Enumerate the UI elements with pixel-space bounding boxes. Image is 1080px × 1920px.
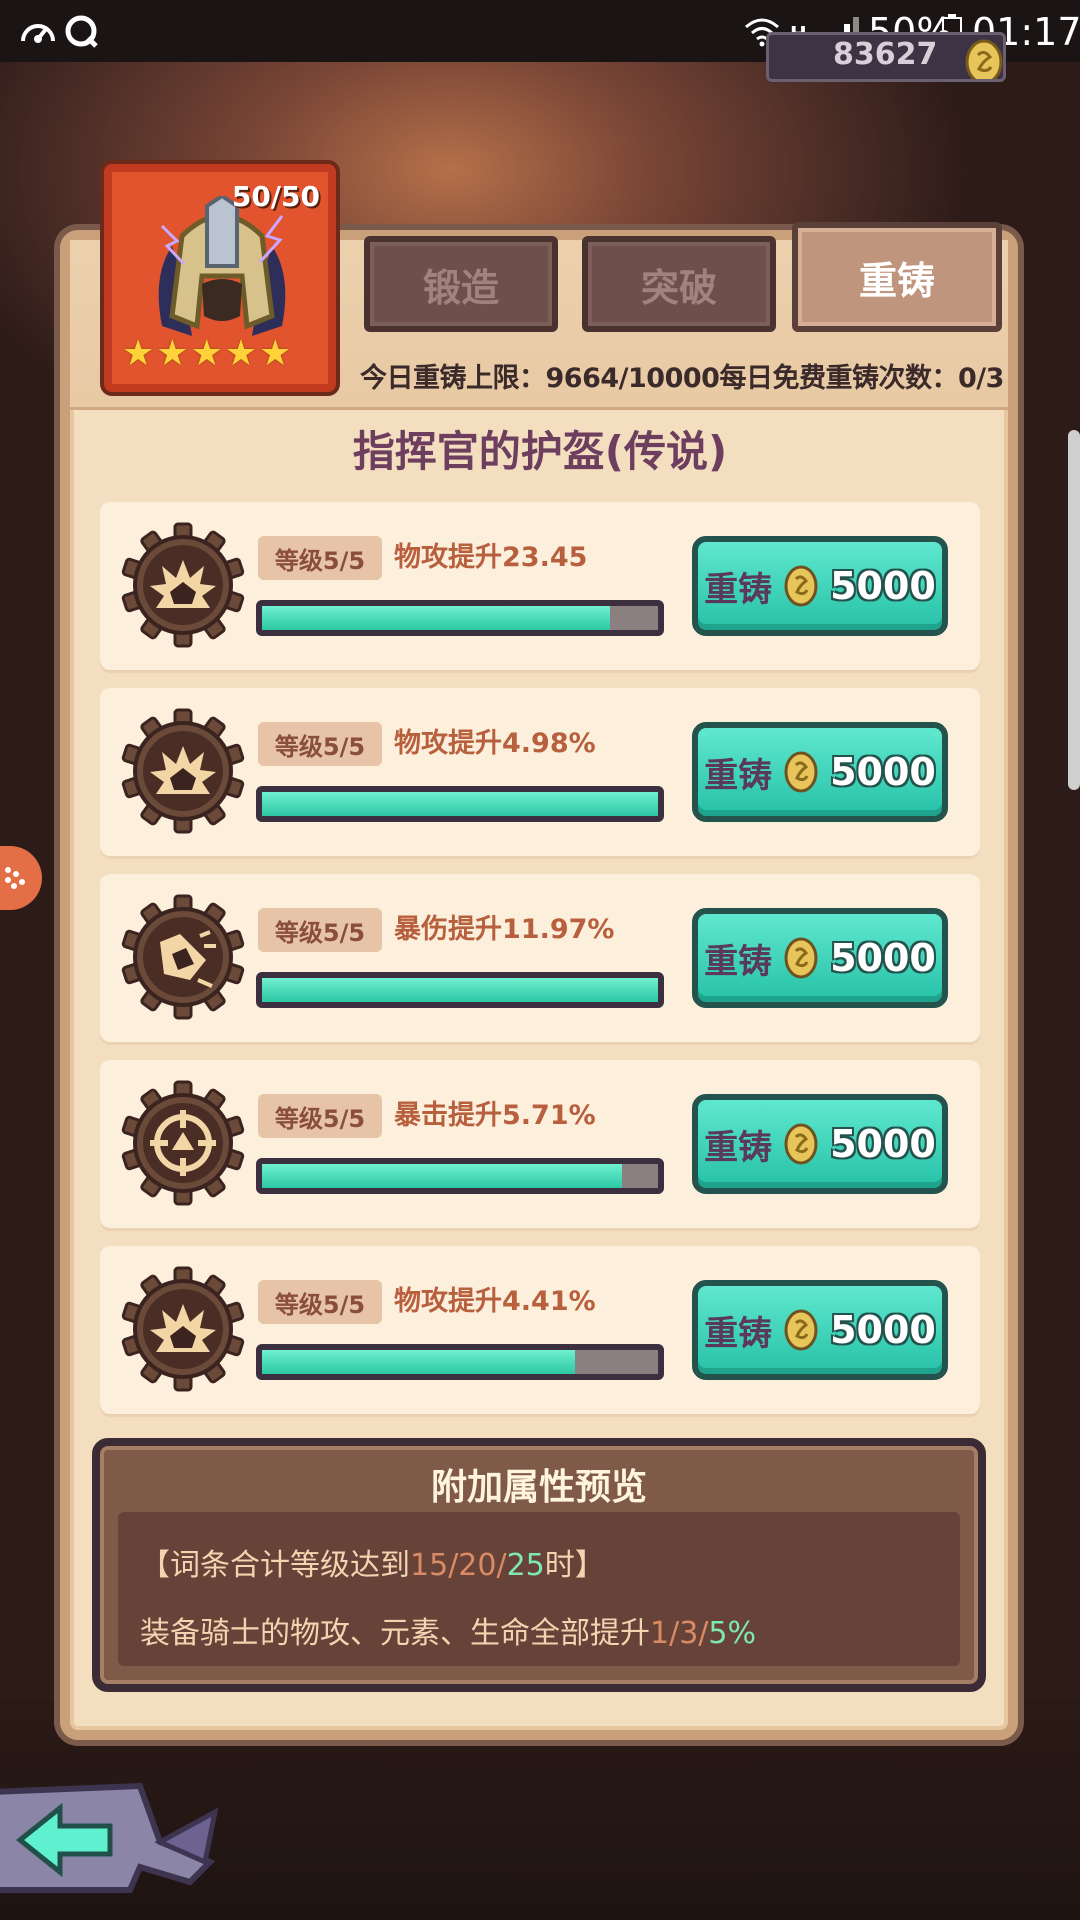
attack-burst-icon: [121, 708, 245, 834]
affix-progress-bar: [256, 972, 664, 1008]
affix-stat: 暴伤提升11.97%: [394, 914, 615, 945]
crit-target-icon: [121, 1080, 245, 1206]
star-icon: ★: [156, 333, 189, 374]
recast-button[interactable]: 重铸 5000: [692, 1094, 948, 1194]
recast-cost: 5000: [830, 936, 936, 980]
affix-stat: 物攻提升4.41%: [394, 1286, 596, 1317]
coin-icon: [784, 1123, 818, 1165]
recast-button-label: 重铸: [704, 941, 773, 982]
recast-cost: 5000: [830, 1122, 936, 1166]
affix-progress-bar: [256, 786, 664, 822]
coin-icon: [961, 39, 1003, 79]
tab-forge[interactable]: 锻造: [364, 236, 558, 332]
coin-icon: [784, 1309, 818, 1351]
affix-level: 等级5/5: [258, 1280, 382, 1324]
affix-row: 等级5/5 暴伤提升11.97% 重铸 5000: [100, 874, 980, 1042]
helmet-icon: [158, 196, 286, 336]
qq-icon: [60, 10, 104, 54]
recast-button-label: 重铸: [704, 755, 773, 796]
preview-title: 附加属性预览: [430, 1467, 647, 1508]
recast-cost: 5000: [830, 564, 936, 608]
attack-burst-icon: [121, 522, 245, 648]
coin-icon: [784, 751, 818, 793]
recast-cost: 5000: [830, 750, 936, 794]
grid-dots-icon: [5, 867, 25, 889]
tab-breakthrough[interactable]: 突破: [582, 236, 776, 332]
item-card[interactable]: 50/50 ★ ★ ★ ★ ★: [104, 164, 336, 392]
affix-progress-fill: [262, 1350, 575, 1374]
preview-body: 【词条合计等级达到15/20/25时】 装备骑士的物攻、元素、生命全部提升1/3…: [118, 1512, 960, 1666]
affix-progress-fill: [262, 606, 611, 630]
affix-level: 等级5/5: [258, 908, 382, 952]
affix-level: 等级5/5: [258, 1094, 382, 1138]
star-icon: ★: [190, 333, 223, 374]
affix-progress-fill: [262, 1164, 623, 1188]
recast-button[interactable]: 重铸 5000: [692, 536, 948, 636]
affix-level: 等级5/5: [258, 536, 382, 580]
star-icon: ★: [122, 333, 155, 374]
tab-recast[interactable]: 重铸: [792, 222, 1002, 332]
recast-cost: 5000: [830, 1308, 936, 1352]
gauge-icon: [16, 10, 60, 54]
recast-button[interactable]: 重铸 5000: [692, 908, 948, 1008]
affix-progress-bar: [256, 600, 664, 636]
back-button[interactable]: [0, 1772, 230, 1902]
coin-icon: [784, 565, 818, 607]
affix-level: 等级5/5: [258, 722, 382, 766]
star-rating: ★ ★ ★ ★ ★: [122, 333, 291, 374]
affix-progress-fill: [262, 792, 658, 816]
preview-effect: 装备骑士的物攻、元素、生命全部提升1/3/5%: [140, 1616, 757, 1651]
affix-progress-bar: [256, 1158, 664, 1194]
affix-row: 等级5/5 物攻提升23.45 重铸 5000: [100, 502, 980, 670]
recast-button[interactable]: 重铸 5000: [692, 1280, 948, 1380]
currency-display: 83627: [766, 32, 1006, 82]
preview-condition: 【词条合计等级达到15/20/25时】: [140, 1548, 605, 1583]
recast-button[interactable]: 重铸 5000: [692, 722, 948, 822]
recast-button-label: 重铸: [704, 1127, 773, 1168]
recast-button-label: 重铸: [704, 569, 773, 610]
affix-row: 等级5/5 暴击提升5.71% 重铸 5000: [100, 1060, 980, 1228]
affix-progress-fill: [262, 978, 658, 1002]
affix-stat: 暴击提升5.71%: [394, 1100, 596, 1131]
affix-row: 等级5/5 物攻提升4.41% 重铸 5000: [100, 1246, 980, 1414]
affix-progress-bar: [256, 1344, 664, 1380]
recast-limit-text: 今日重铸上限：9664/10000每日免费重铸次数：0/3: [360, 363, 1004, 394]
crit-damage-icon: [121, 894, 245, 1020]
scrollbar[interactable]: [1068, 430, 1080, 790]
star-icon: ★: [259, 333, 292, 374]
star-icon: ★: [224, 333, 258, 374]
affix-row: 等级5/5 物攻提升4.98% 重铸 5000: [100, 688, 980, 856]
affix-stat: 物攻提升4.98%: [394, 728, 596, 759]
coin-icon: [784, 937, 818, 979]
attack-burst-icon: [121, 1266, 245, 1392]
bonus-preview-panel: 附加属性预览 【词条合计等级达到15/20/25时】 装备骑士的物攻、元素、生命…: [92, 1438, 986, 1692]
affix-stat: 物攻提升23.45: [394, 542, 588, 573]
currency-amount: 83627: [833, 37, 938, 72]
item-title: 指挥官的护盔(传说): [352, 427, 728, 476]
recast-button-label: 重铸: [704, 1313, 773, 1354]
item-level: 50/50: [231, 180, 320, 213]
